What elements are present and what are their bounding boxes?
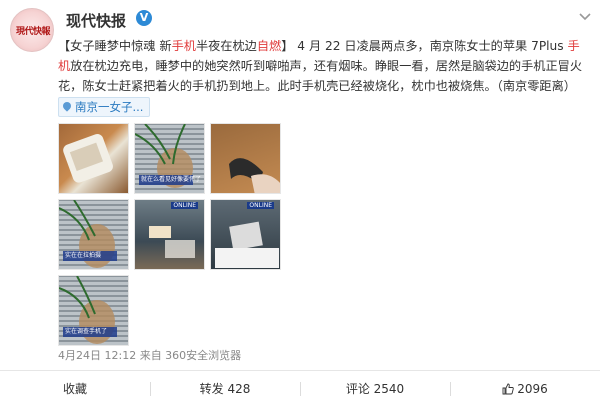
action-bar: 收藏 转发 428 评论 2540 2096 xyxy=(0,370,600,406)
like-count: 2096 xyxy=(517,382,548,396)
favorite-button[interactable]: 收藏 xyxy=(0,371,150,407)
verified-badge-icon: V xyxy=(136,10,152,26)
photo-thumbnail[interactable]: 实在调查手机了 xyxy=(58,275,129,346)
location-pin-icon xyxy=(61,100,73,112)
keyword-link[interactable]: 自燃 xyxy=(257,39,281,53)
chevron-down-icon[interactable] xyxy=(576,8,594,26)
post-timestamp: 4月24日 12:12 来自 360安全浏览器 xyxy=(58,349,242,362)
photo-thumbnail[interactable] xyxy=(58,123,129,194)
online-label: ONLINE xyxy=(171,202,198,209)
image-grid: 就在么看见好像要怀了 实在在拉拍摄 ONLINE ONLINE 实在调查手机了 xyxy=(58,123,285,346)
post-body-text: 放在枕边充电，睡梦中的她突然听到噼啪声，还有烟味。睁眼一看，居然是脑袋边的手机正… xyxy=(58,59,583,93)
video-caption: 实在在拉拍摄 xyxy=(63,251,117,261)
account-name[interactable]: 现代快报 xyxy=(66,10,126,31)
post-title-suffix: 】 xyxy=(281,39,294,53)
location-link[interactable]: 南京一女子... xyxy=(58,97,151,117)
post-title-prefix: 【女子睡梦中惊魂 新 xyxy=(58,39,172,53)
video-caption: 就在么看见好像要怀了 xyxy=(139,175,202,185)
repost-button[interactable]: 转发 428 xyxy=(150,371,300,407)
keyword-link[interactable]: 手机 xyxy=(172,39,196,53)
post-title-mid: 半夜在枕边 xyxy=(195,39,257,53)
avatar[interactable]: 現代快報 xyxy=(10,8,54,52)
thumbs-up-icon xyxy=(502,383,514,395)
photo-thumbnail[interactable]: ONLINE xyxy=(134,199,205,270)
post-body-text: 4 月 22 日凌晨两点多，南京陈女士的苹果 7Plus xyxy=(293,39,568,53)
online-label: ONLINE xyxy=(247,202,274,209)
like-button[interactable]: 2096 xyxy=(450,371,600,407)
photo-thumbnail[interactable]: 就在么看见好像要怀了 xyxy=(134,123,205,194)
avatar-logo-text: 現代快報 xyxy=(15,27,51,37)
video-caption: 实在调查手机了 xyxy=(63,327,117,337)
location-label: 南京一女子... xyxy=(75,100,144,114)
photo-thumbnail[interactable] xyxy=(210,123,281,194)
photo-thumbnail[interactable]: 实在在拉拍摄 xyxy=(58,199,129,270)
comment-button[interactable]: 评论 2540 xyxy=(300,371,450,407)
photo-thumbnail[interactable]: ONLINE xyxy=(210,199,281,270)
post-body: 【女子睡梦中惊魂 新手机半夜在枕边自燃】 4 月 22 日凌晨两点多，南京陈女士… xyxy=(58,36,590,117)
